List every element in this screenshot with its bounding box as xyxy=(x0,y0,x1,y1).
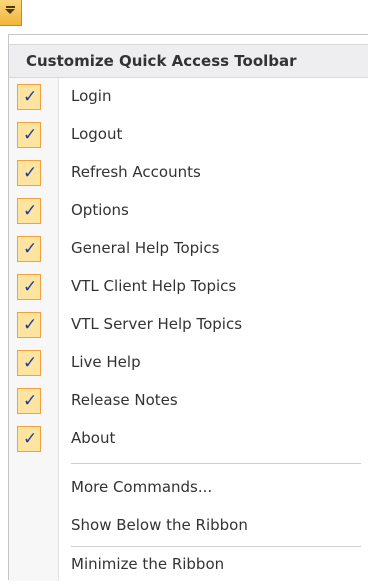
menu-item-label: Live Help xyxy=(71,353,141,371)
menu-item-label: VTL Server Help Topics xyxy=(71,315,243,333)
check-box: ✓ xyxy=(17,388,41,414)
menu-item-label: Show Below the Ribbon xyxy=(71,516,248,534)
menu-item-label: Login xyxy=(71,87,112,105)
menu-item-label: Minimize the Ribbon xyxy=(71,555,225,573)
check-box: ✓ xyxy=(17,160,41,186)
checkmark-icon: ✓ xyxy=(23,201,38,221)
menu-item-show-below-ribbon[interactable]: Show Below the Ribbon xyxy=(9,507,368,545)
menu-header: Customize Quick Access Toolbar xyxy=(9,44,368,78)
check-box: ✓ xyxy=(17,274,41,300)
menu-item-login[interactable]: ✓ Login xyxy=(9,78,368,116)
menu-header-title: Customize Quick Access Toolbar xyxy=(26,52,297,70)
menu-item-vtl-server-help-topics[interactable]: ✓ VTL Server Help Topics xyxy=(9,306,368,344)
customize-qat-dropdown-button[interactable] xyxy=(0,0,22,26)
checkmark-icon: ✓ xyxy=(23,239,38,259)
checkmark-icon: ✓ xyxy=(23,315,38,335)
checkmark-icon: ✓ xyxy=(23,163,38,183)
menu-item-label: More Commands... xyxy=(71,478,213,496)
checkmark-icon: ✓ xyxy=(23,87,38,107)
menu-separator xyxy=(71,463,361,464)
menu-item-label: About xyxy=(71,429,116,447)
check-box: ✓ xyxy=(17,84,41,110)
menu-item-label: Release Notes xyxy=(71,391,178,409)
customize-qat-menu: Customize Quick Access Toolbar ✓ Login ✓… xyxy=(8,34,368,581)
menu-item-about[interactable]: ✓ About xyxy=(9,420,368,458)
menu-item-live-help[interactable]: ✓ Live Help xyxy=(9,344,368,382)
menu-item-more-commands[interactable]: More Commands... xyxy=(9,469,368,507)
check-box: ✓ xyxy=(17,198,41,224)
checkmark-icon: ✓ xyxy=(23,125,38,145)
check-box: ✓ xyxy=(17,312,41,338)
menu-item-general-help-topics[interactable]: ✓ General Help Topics xyxy=(9,230,368,268)
check-box: ✓ xyxy=(17,350,41,376)
dropdown-bar-icon xyxy=(6,6,15,8)
menu-item-refresh-accounts[interactable]: ✓ Refresh Accounts xyxy=(9,154,368,192)
menu-item-minimize-ribbon[interactable]: Minimize the Ribbon xyxy=(9,546,368,584)
menu-item-label: General Help Topics xyxy=(71,239,220,257)
check-box: ✓ xyxy=(17,426,41,452)
check-box: ✓ xyxy=(17,122,41,148)
dropdown-arrow-icon xyxy=(5,9,15,14)
checkmark-icon: ✓ xyxy=(23,429,38,449)
menu-item-options[interactable]: ✓ Options xyxy=(9,192,368,230)
menu-item-label: Logout xyxy=(71,125,123,143)
menu-item-logout[interactable]: ✓ Logout xyxy=(9,116,368,154)
menu-item-label: Refresh Accounts xyxy=(71,163,201,181)
checkmark-icon: ✓ xyxy=(23,277,38,297)
checkmark-icon: ✓ xyxy=(23,353,38,373)
checkmark-icon: ✓ xyxy=(23,391,38,411)
menu-item-label: VTL Client Help Topics xyxy=(71,277,237,295)
check-box: ✓ xyxy=(17,236,41,262)
menu-item-label: Options xyxy=(71,201,129,219)
menu-item-vtl-client-help-topics[interactable]: ✓ VTL Client Help Topics xyxy=(9,268,368,306)
menu-item-release-notes[interactable]: ✓ Release Notes xyxy=(9,382,368,420)
